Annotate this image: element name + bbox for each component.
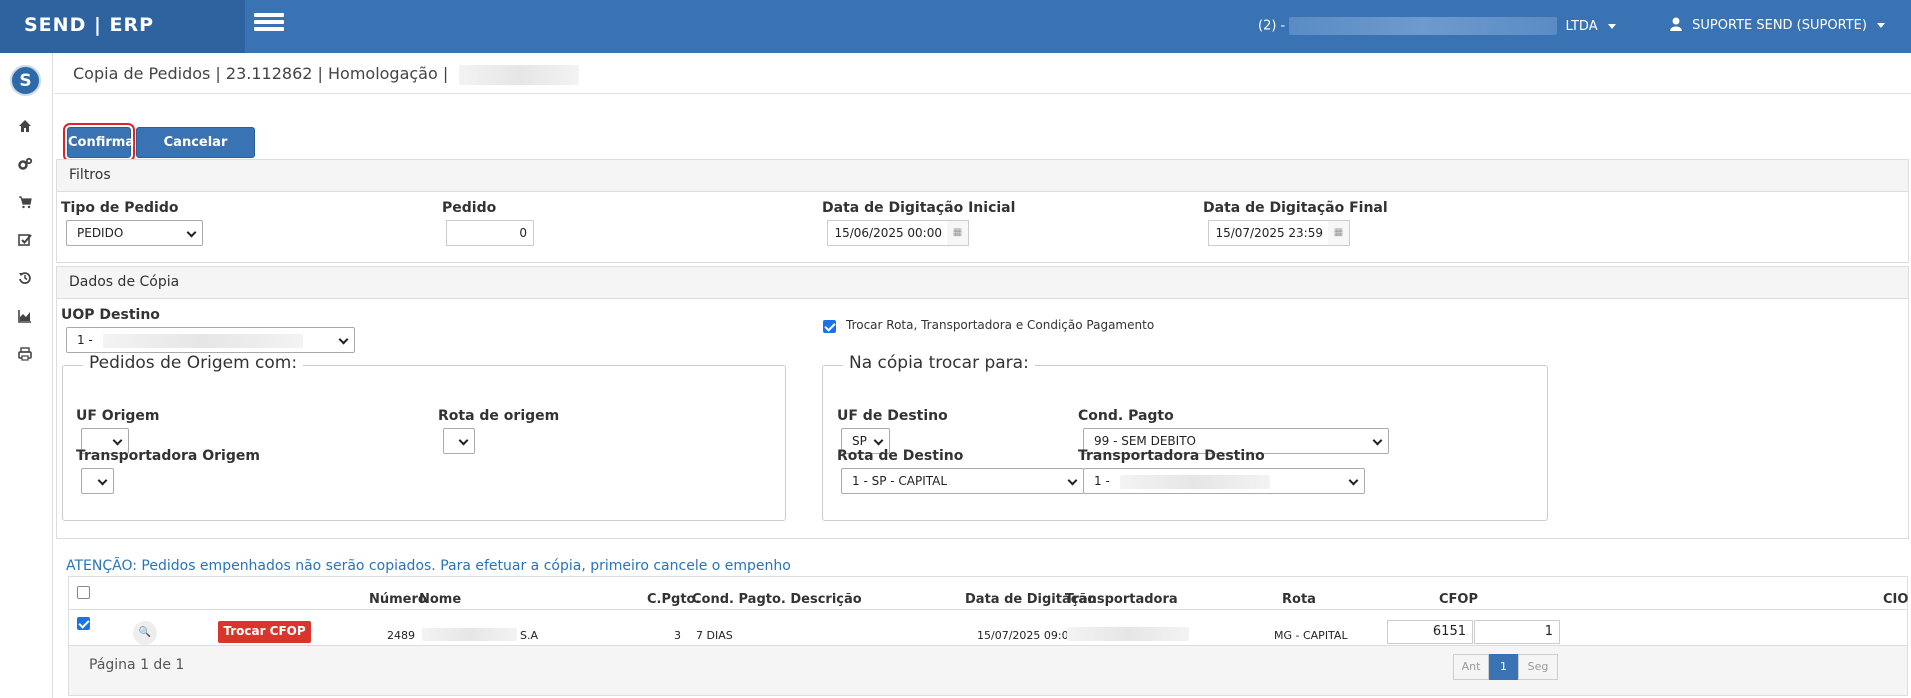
route-dest-select[interactable]: 1 - SP - CAPITAL	[841, 468, 1084, 494]
search-icon[interactable]: 🔍	[133, 621, 157, 645]
calendar-icon[interactable]: ▦	[947, 220, 969, 246]
cell-rota: MG - CAPITAL	[1274, 629, 1348, 642]
order-label: Pedido	[442, 200, 497, 216]
prev-page-button[interactable]: Ant	[1453, 654, 1489, 680]
origin-legend: Pedidos de Origem com:	[83, 353, 304, 373]
select-all-checkbox[interactable]	[77, 586, 90, 599]
swap-route-checkbox[interactable]	[823, 320, 836, 333]
top-navbar: SEND | ERP (2) - LTDA SUPORTE SEND (SUPO…	[0, 0, 1911, 53]
cell-numero: 2489	[387, 629, 415, 642]
cell-data: 15/07/2025 09:08	[977, 629, 1076, 642]
carrier-dest-label: Transportadora Destino	[1078, 448, 1265, 464]
cancel-commitment-button[interactable]: Cancelar Empenho	[136, 127, 255, 179]
route-dest-label: Rota de Destino	[837, 448, 964, 464]
route-origin-select[interactable]	[443, 428, 475, 454]
main-content: Copia de Pedidos | 23.112862 | Homologaç…	[54, 53, 1911, 698]
page-title: Copia de Pedidos | 23.112862 | Homologaç…	[73, 64, 449, 83]
page-1-button[interactable]: 1	[1489, 654, 1518, 680]
destination-legend: Na cópia trocar para:	[843, 353, 1035, 373]
chart-icon[interactable]	[15, 309, 35, 329]
carrier-origin-select[interactable]	[81, 468, 114, 494]
destination-fieldset: Na cópia trocar para: UF de Destino SP C…	[822, 353, 1548, 521]
date-end-input[interactable]: 15/07/2025 23:59	[1208, 220, 1330, 246]
cart-icon[interactable]	[15, 195, 35, 215]
cell-cond: 7 DIAS	[696, 629, 733, 642]
date-start-input[interactable]: 15/06/2025 00:00	[827, 220, 949, 246]
col-cond-desc: Cond. Pagto. Descrição	[692, 592, 862, 607]
user-icon	[1670, 17, 1682, 31]
history-icon[interactable]	[15, 271, 35, 291]
order-type-label: Tipo de Pedido	[61, 200, 179, 216]
user-name: SUPORTE SEND (SUPORTE)	[1692, 18, 1867, 33]
uop-label: UOP Destino	[61, 307, 160, 323]
home-icon[interactable]	[15, 119, 35, 139]
col-cfop: CFOP	[1439, 592, 1478, 607]
check-square-icon[interactable]	[15, 233, 35, 253]
chevron-down-icon	[1607, 23, 1616, 29]
confirm-button[interactable]: Confirmar	[67, 127, 141, 158]
menu-toggle-icon[interactable]	[254, 13, 284, 35]
company-selector[interactable]: (2) - LTDA	[1258, 17, 1616, 35]
carrier-dest-value: 1 -	[1094, 474, 1110, 488]
print-icon[interactable]	[15, 347, 35, 367]
warning-notice: ATENÇÃO: Pedidos empenhados não serão co…	[66, 558, 791, 574]
swap-route-label: Trocar Rota, Transportadora e Condição P…	[846, 318, 1155, 332]
company-prefix: (2) -	[1258, 18, 1286, 34]
chevron-down-icon	[1877, 23, 1886, 28]
date-end-label: Data de Digitação Final	[1203, 200, 1388, 216]
redacted-text	[422, 628, 517, 641]
uop-select[interactable]: 1 -	[66, 327, 355, 353]
orders-table: Número Nome C.Pgto. Cond. Pagto. Descriç…	[68, 576, 1908, 696]
carrier-origin-label: Transportadora Origem	[76, 448, 260, 464]
app-brand[interactable]: SEND | ERP	[0, 0, 245, 53]
date-start-label: Data de Digitação Inicial	[822, 200, 1016, 216]
calendar-icon[interactable]: ▦	[1328, 220, 1350, 246]
carrier-dest-select[interactable]: 1 -	[1083, 468, 1365, 494]
order-input[interactable]: 0	[446, 220, 534, 246]
col-nome: Nome	[419, 592, 462, 607]
copy-data-panel: Dados de Cópia UOP Destino 1 - Trocar Ro…	[56, 266, 1909, 539]
settings-icon[interactable]	[15, 157, 35, 177]
company-logo: S	[10, 65, 41, 96]
filters-title: Filtros	[57, 160, 1908, 192]
company-suffix: LTDA	[1565, 18, 1598, 34]
page-info: Página 1 de 1	[89, 657, 185, 673]
col-transportadora: Transportadora	[1065, 592, 1178, 607]
copy-data-title: Dados de Cópia	[57, 267, 1908, 299]
uf-dest-label: UF de Destino	[837, 408, 948, 424]
sidebar: S	[0, 53, 53, 698]
next-page-button[interactable]: Seg	[1518, 654, 1558, 680]
order-type-select[interactable]: PEDIDO	[66, 220, 203, 246]
table-footer: Página 1 de 1 Ant 1 Seg	[69, 645, 1907, 695]
cond-pagto-label: Cond. Pagto	[1078, 408, 1174, 424]
redacted-text	[1119, 474, 1270, 489]
route-origin-label: Rota de origem	[438, 408, 560, 424]
filters-panel: Filtros Tipo de Pedido PEDIDO Pedido 0 D…	[56, 159, 1909, 263]
header-divider	[69, 609, 1907, 610]
redacted-text	[102, 333, 303, 348]
page-header: Copia de Pedidos | 23.112862 | Homologaç…	[54, 53, 1911, 94]
redacted-text	[1067, 627, 1189, 641]
row-checkbox[interactable]	[77, 617, 90, 630]
cio-input[interactable]: 1	[1474, 620, 1560, 644]
col-cio: CIO	[1883, 592, 1909, 607]
cell-nome: S.A	[520, 629, 539, 642]
company-name-redacted	[1289, 17, 1558, 35]
uf-origin-label: UF Origem	[76, 408, 160, 424]
swap-cfop-button[interactable]: Trocar CFOP	[218, 621, 311, 643]
uop-value: 1 -	[77, 333, 93, 347]
cfop-input[interactable]: 6151	[1387, 620, 1473, 644]
col-rota: Rota	[1282, 592, 1316, 607]
redacted-text	[459, 64, 580, 85]
origin-fieldset: Pedidos de Origem com: UF Origem Rota de…	[62, 353, 786, 521]
user-menu[interactable]: SUPORTE SEND (SUPORTE)	[1670, 17, 1886, 33]
cell-cpgto: 3	[674, 629, 681, 642]
